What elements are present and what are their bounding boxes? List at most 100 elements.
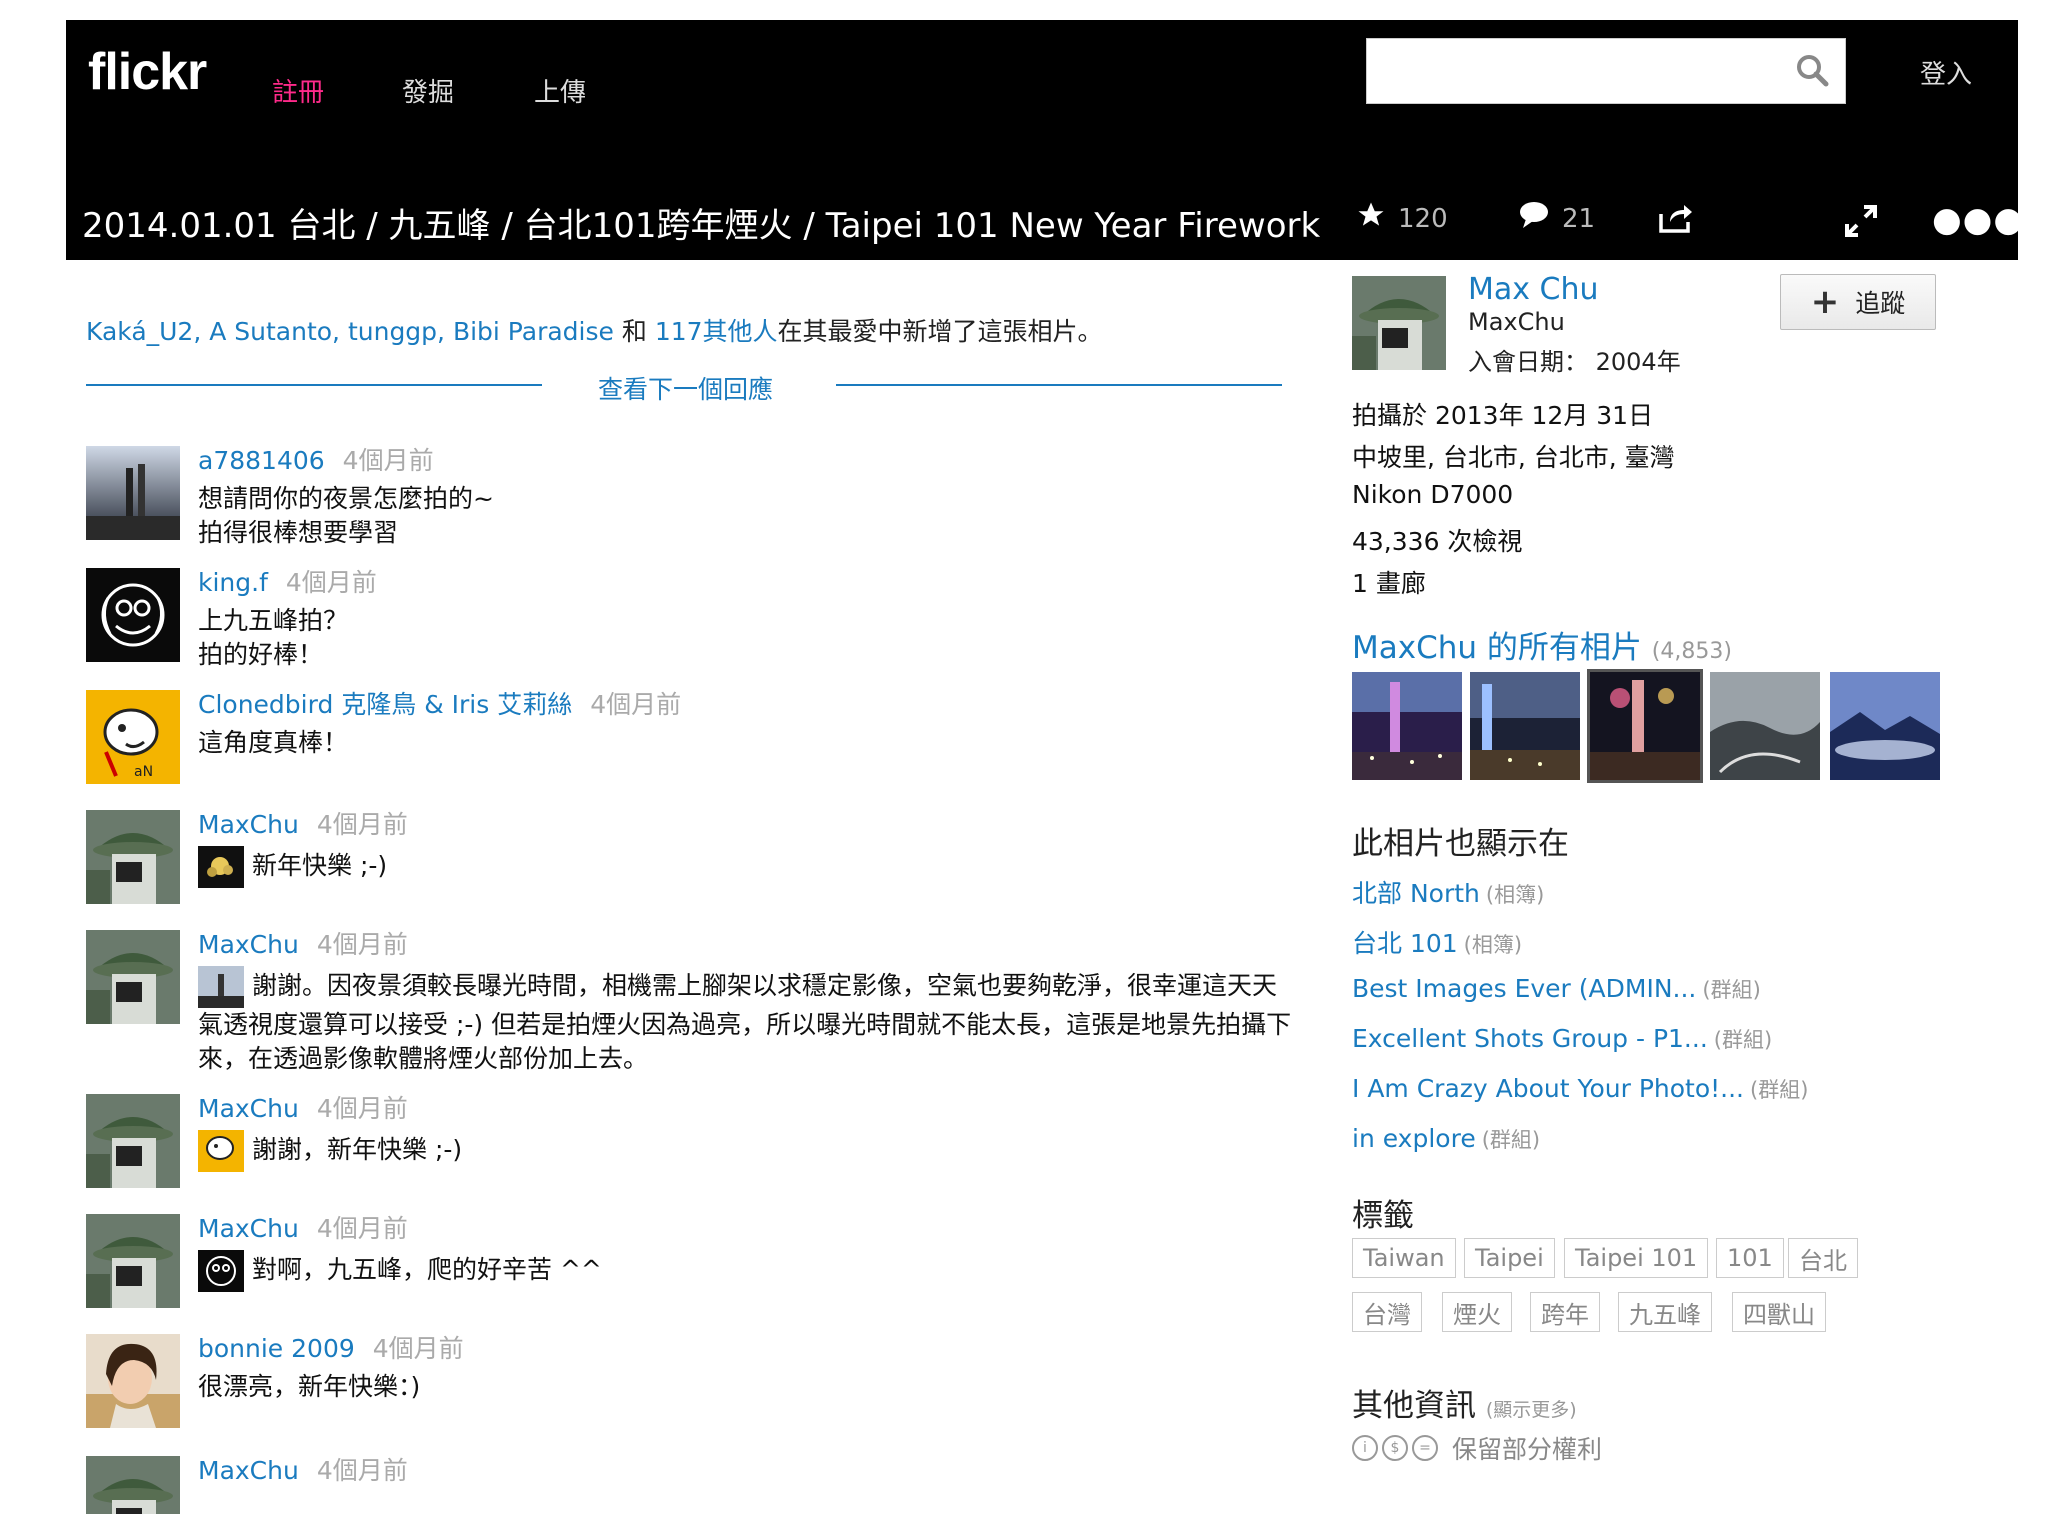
comment-text: 對啊，九五峰，爬的好辛苦 ^^: [198, 1250, 1296, 1292]
comment-item: MaxChu 4個月前 謝謝。因夜景須較長曝光時間，相機需上腳架以求穩定影像，空氣…: [86, 930, 1296, 1080]
group-name[interactable]: Best Images Ever (ADMIN...: [1352, 974, 1696, 1003]
comment-thumbnail[interactable]: [198, 966, 244, 1008]
avatar[interactable]: [86, 1214, 180, 1308]
comment-line: 很漂亮，新年快樂：): [198, 1372, 421, 1401]
album-name[interactable]: 北部 North: [1352, 879, 1480, 908]
next-reply-link[interactable]: 查看下一個回應: [598, 370, 773, 406]
owner-joined-date: 入會日期： 2004年: [1468, 348, 1681, 376]
share-icon[interactable]: [1658, 202, 1694, 238]
avatar[interactable]: [86, 568, 180, 662]
comment-thumbnail[interactable]: [198, 1130, 244, 1172]
album-link[interactable]: 台北 101 (相簿): [1352, 924, 1522, 960]
avatar[interactable]: [86, 1456, 180, 1514]
tag-chip[interactable]: 101: [1716, 1238, 1784, 1278]
photostream-thumbnail[interactable]: [1710, 672, 1820, 780]
comment-line: 想請問你的夜景怎麼拍的~: [198, 484, 494, 513]
photostream-thumbnail-current[interactable]: [1587, 669, 1703, 783]
comment-icon: [1518, 200, 1550, 237]
owner-name[interactable]: Max Chu: [1468, 272, 1599, 307]
tag-chip[interactable]: Taiwan: [1352, 1238, 1456, 1278]
tag-chip[interactable]: 煙火: [1442, 1292, 1512, 1332]
comment-author[interactable]: MaxChu: [198, 1094, 299, 1123]
group-kind: (群組): [1750, 1078, 1809, 1102]
comment-item: MaxChu 4個月前: [86, 1456, 1296, 1514]
comment-author[interactable]: MaxChu: [198, 930, 299, 959]
comment-author[interactable]: Clonedbird 克隆鳥 & Iris 艾莉絲: [198, 690, 572, 719]
fave-others-link[interactable]: 117其他人: [655, 317, 778, 346]
top-header: flickr 註冊 發掘 上傳 登入 2014.01.01 台北 / 九五峰 /…: [66, 20, 2023, 260]
comment-author[interactable]: MaxChu: [198, 810, 299, 839]
owner-username: MaxChu: [1468, 308, 1565, 336]
nav-explore[interactable]: 發掘: [402, 72, 454, 109]
expand-icon[interactable]: [1844, 204, 1878, 242]
search-input[interactable]: [1366, 38, 1846, 104]
avatar[interactable]: [86, 930, 180, 1024]
license-info[interactable]: i $ = 保留部分權利: [1352, 1430, 1602, 1466]
album-name[interactable]: 台北 101: [1352, 929, 1458, 958]
comment-time: 4個月前: [285, 568, 377, 597]
license-label[interactable]: 保留部分權利: [1452, 1430, 1602, 1466]
more-options-icon[interactable]: ●●●: [1932, 200, 2024, 240]
tag-chip[interactable]: 四獸山: [1732, 1292, 1826, 1332]
group-name[interactable]: in explore: [1352, 1124, 1476, 1153]
photostream-thumbnail[interactable]: [1470, 672, 1580, 780]
comment-item: a7881406 4個月前 想請問你的夜景怎麼拍的~ 拍得很棒想要學習: [86, 446, 1296, 547]
tag-chip[interactable]: Taipei: [1464, 1238, 1555, 1278]
avatar[interactable]: aN: [86, 690, 180, 784]
photo-title: 2014.01.01 台北 / 九五峰 / 台北101跨年煙火 / Taipei…: [82, 206, 1321, 246]
comment-time: 4個月前: [316, 1456, 408, 1485]
avatar[interactable]: [86, 810, 180, 904]
photo-location[interactable]: 中坡里, 台北市, 台北市, 臺灣: [1352, 438, 1675, 474]
tag-chip[interactable]: 九五峰: [1618, 1292, 1712, 1332]
login-link[interactable]: 登入: [1920, 54, 1972, 91]
group-name[interactable]: Excellent Shots Group - P1...: [1352, 1024, 1708, 1053]
nav-upload[interactable]: 上傳: [534, 72, 586, 109]
album-link[interactable]: 北部 North (相簿): [1352, 874, 1544, 910]
comment-text: 新年快樂 ;-): [198, 846, 1296, 888]
faves-suffix: 在其最愛中新增了這張相片。: [777, 317, 1103, 346]
comment-author[interactable]: MaxChu: [198, 1214, 299, 1243]
tag-chip[interactable]: Taipei 101: [1564, 1238, 1709, 1278]
star-icon: [1356, 200, 1386, 237]
photostream-thumbnail[interactable]: [1352, 672, 1462, 780]
gallery-count[interactable]: 1 畫廊: [1352, 564, 1426, 600]
tag-chip[interactable]: 跨年: [1530, 1292, 1600, 1332]
avatar[interactable]: [86, 1334, 180, 1428]
svg-text:aN: aN: [134, 764, 153, 780]
show-more-link[interactable]: (顯示更多): [1486, 1399, 1577, 1421]
tag-chip[interactable]: 台北: [1788, 1238, 1858, 1278]
group-name[interactable]: I Am Crazy About Your Photo!...: [1352, 1074, 1744, 1103]
search-icon[interactable]: [1795, 53, 1829, 91]
tag-chip[interactable]: 台灣: [1352, 1292, 1422, 1332]
comment-author[interactable]: MaxChu: [198, 1456, 299, 1485]
camera-model[interactable]: Nikon D7000: [1352, 480, 1513, 509]
comment-thumbnail[interactable]: [198, 1250, 244, 1292]
comment-body: 對啊，九五峰，爬的好辛苦 ^^: [252, 1255, 602, 1284]
avatar[interactable]: [86, 1094, 180, 1188]
comment-time: 4個月前: [372, 1334, 464, 1363]
fave-button[interactable]: 120: [1356, 200, 1448, 237]
owner-avatar[interactable]: [1352, 276, 1446, 370]
comments-button[interactable]: 21: [1518, 200, 1595, 237]
avatar[interactable]: [86, 446, 180, 540]
follow-label: 追蹤: [1855, 289, 1906, 318]
comment-author[interactable]: bonnie 2009: [198, 1334, 355, 1363]
comment-item: MaxChu 4個月前 新年快樂 ;-): [86, 810, 1296, 920]
comment-author[interactable]: king.f: [198, 568, 268, 597]
comment-author[interactable]: a7881406: [198, 446, 325, 475]
flickr-logo[interactable]: flickr: [88, 42, 207, 102]
taken-date[interactable]: 拍攝於 2013年 12月 31日: [1352, 396, 1653, 432]
nav-register[interactable]: 註冊: [272, 72, 324, 109]
fave-names[interactable]: Kaká_U2, A Sutanto, tunggp, Bibi Paradis…: [86, 317, 614, 346]
follow-button[interactable]: + 追蹤: [1780, 274, 1936, 330]
comment-line: 上九五峰拍？: [198, 606, 349, 635]
photostream-link[interactable]: MaxChu 的所有相片: [1352, 630, 1642, 666]
photostream-thumbnail[interactable]: [1830, 672, 1940, 780]
group-link[interactable]: Best Images Ever (ADMIN... (群組): [1352, 974, 1761, 1004]
group-link[interactable]: I Am Crazy About Your Photo!... (群組): [1352, 1074, 1808, 1104]
group-link[interactable]: Excellent Shots Group - P1... (群組): [1352, 1024, 1772, 1054]
fave-count: 120: [1398, 203, 1448, 234]
comment-body: 謝謝。因夜景須較長曝光時間，相機需上腳架以求穩定影像，空氣也要夠乾淨，很幸運這天…: [198, 971, 1292, 1073]
group-link[interactable]: in explore (群組): [1352, 1124, 1540, 1154]
comment-thumbnail[interactable]: [198, 846, 244, 888]
